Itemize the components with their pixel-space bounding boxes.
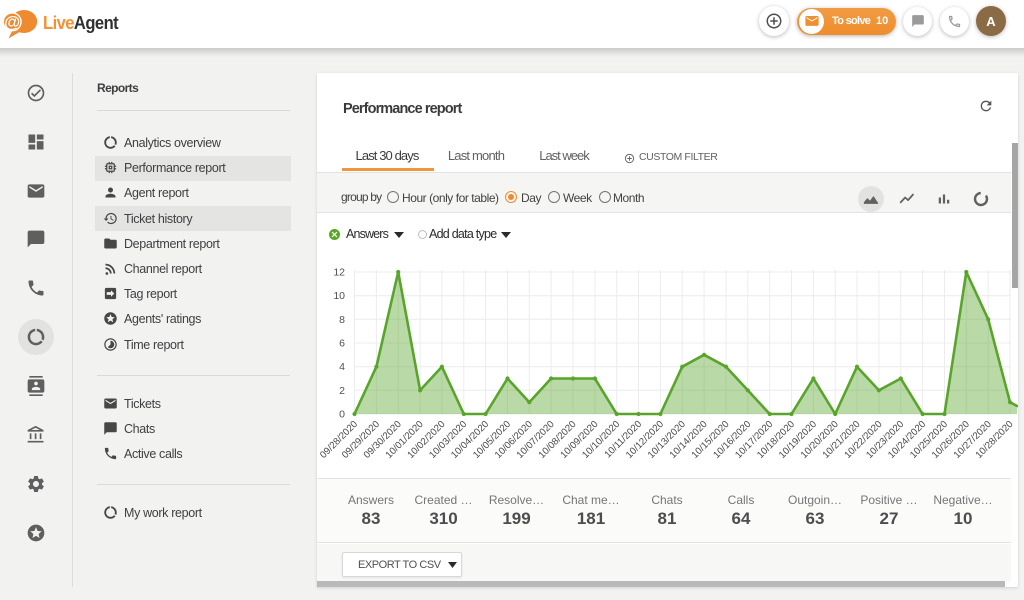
svg-text:0: 0 xyxy=(339,409,345,421)
svg-text:12: 12 xyxy=(333,267,345,279)
svg-text:4: 4 xyxy=(339,361,345,373)
svg-text:@: @ xyxy=(4,13,20,31)
svg-text:10: 10 xyxy=(333,290,345,302)
svg-text:8: 8 xyxy=(339,314,345,326)
svg-text:6: 6 xyxy=(339,338,345,350)
svg-text:2: 2 xyxy=(339,385,345,397)
